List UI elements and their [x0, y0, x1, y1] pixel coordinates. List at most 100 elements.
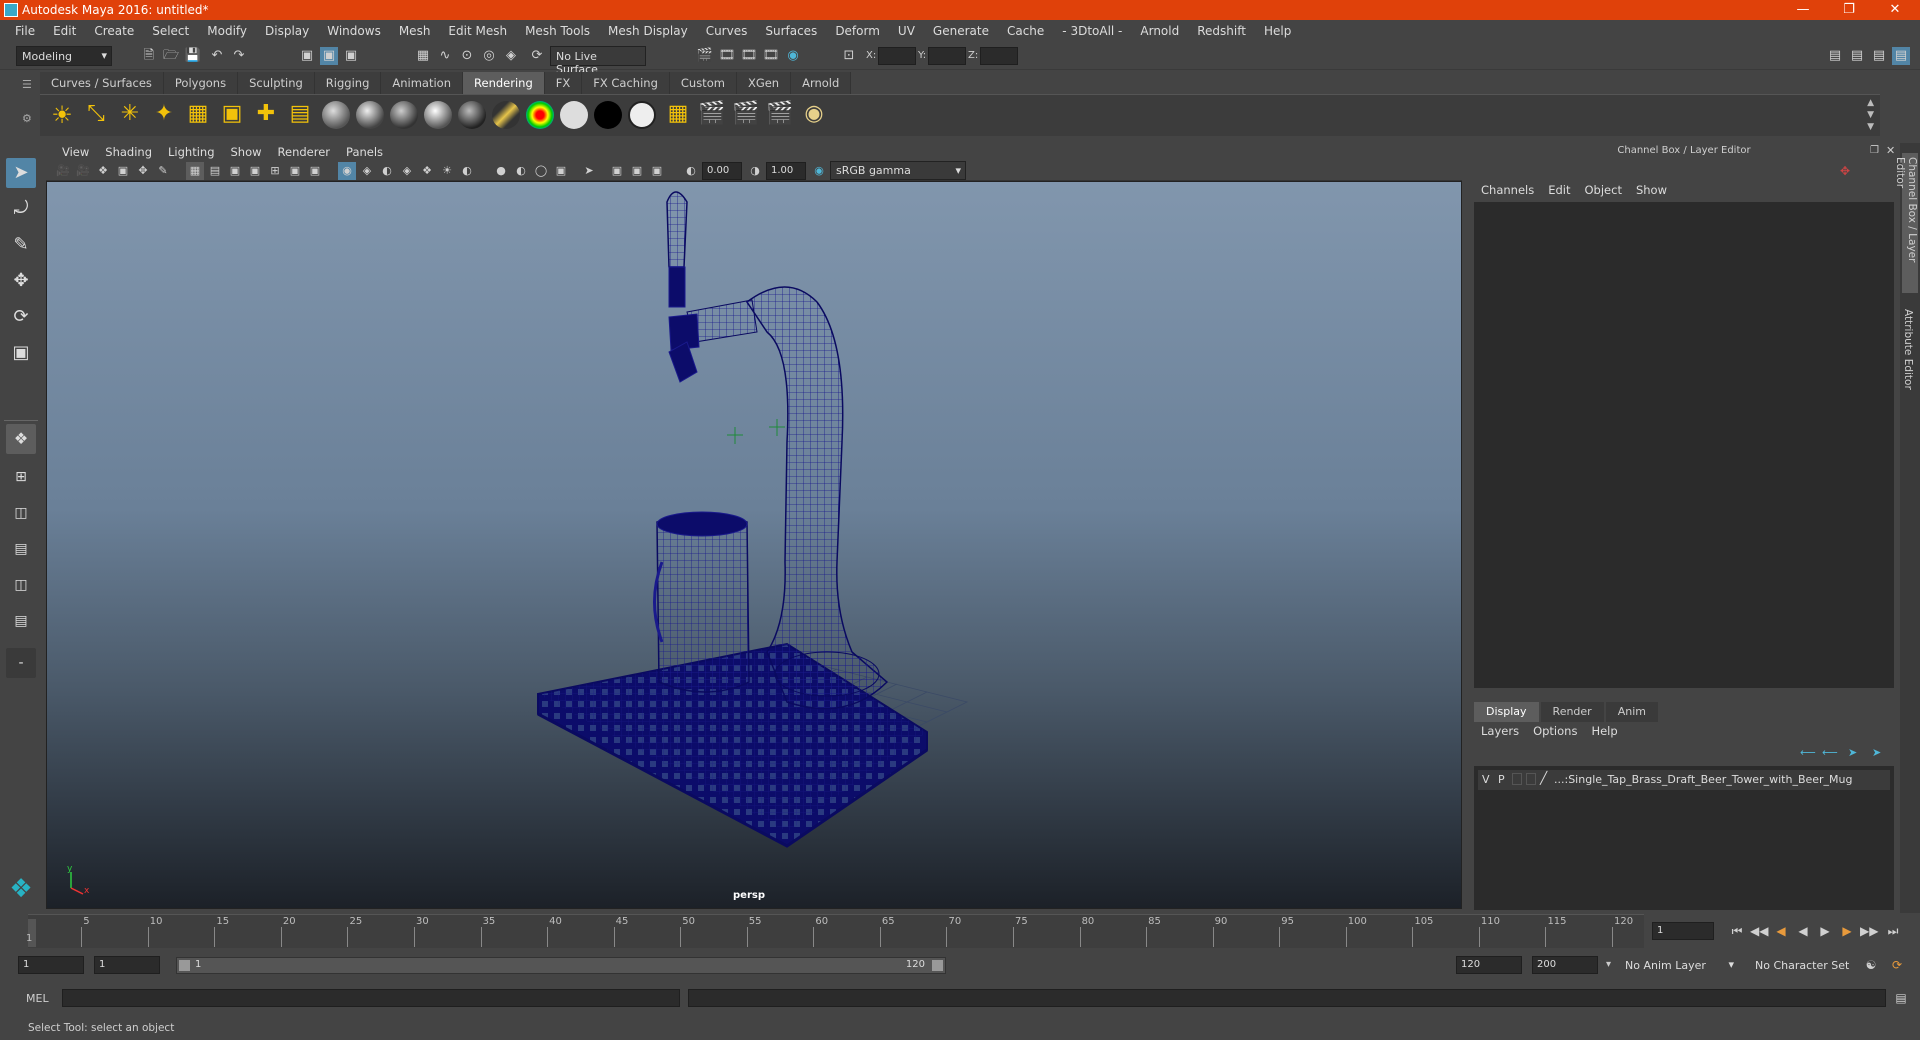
select-hierarchy-icon[interactable]: ▣ [298, 47, 316, 65]
undo-icon[interactable]: ↶ [208, 47, 226, 65]
channel-box-options-icon[interactable]: ✥ [1840, 164, 1850, 178]
viewport-menu-renderer[interactable]: Renderer [270, 145, 339, 159]
select-object-icon[interactable]: ▣ [320, 47, 338, 65]
menu-mesh[interactable]: Mesh [390, 24, 440, 38]
x-field[interactable] [878, 47, 916, 65]
new-layer-icon[interactable]: ➤ [1848, 746, 1857, 759]
layer-edit-icon[interactable]: ╱ [1540, 771, 1547, 785]
channel-box-menu-object[interactable]: Object [1578, 183, 1629, 201]
menu-select[interactable]: Select [143, 24, 198, 38]
snap-point-icon[interactable]: ⊙ [458, 47, 476, 65]
xray-joints-icon[interactable]: ▣ [628, 162, 646, 180]
side-tab-channel-box[interactable]: Channel Box / Layer Editor [1894, 153, 1918, 293]
time-slider[interactable]: 1 5 10 15 20 25 30 35 40 45 50 55 60 65 70 75 80 85 90 95 1… [26, 914, 1644, 948]
lambert-material-icon[interactable] [356, 101, 384, 129]
layer-playback-toggle[interactable]: P [1498, 773, 1505, 786]
menu-mesh-display[interactable]: Mesh Display [599, 24, 697, 38]
wireframe-icon[interactable]: ◉ [338, 162, 356, 180]
viewport-menu-show[interactable]: Show [223, 145, 270, 159]
shelf-tab-xgen[interactable]: XGen [736, 72, 792, 94]
menu-edit-mesh[interactable]: Edit Mesh [439, 24, 516, 38]
script-editor-icon[interactable]: ▤ [1892, 989, 1910, 1007]
y-field[interactable] [928, 47, 966, 65]
snap-curve-icon[interactable]: ∿ [436, 47, 454, 65]
menu-deform[interactable]: Deform [826, 24, 889, 38]
transform-constraints-icon[interactable]: ⊡ [840, 47, 858, 65]
play-forward-icon[interactable]: ▶ [1816, 922, 1834, 940]
wireframe-on-shaded-icon[interactable]: ◈ [398, 162, 416, 180]
open-scene-icon[interactable]: 🗁 [162, 47, 180, 65]
menu-windows[interactable]: Windows [318, 24, 390, 38]
snap-grid-icon[interactable]: ▦ [414, 47, 432, 65]
camera-icon[interactable]: ✚ [252, 101, 280, 129]
channel-box-menu-show[interactable]: Show [1629, 183, 1674, 201]
area-light-icon[interactable]: ▦ [184, 101, 212, 129]
range-slider[interactable]: 1 120 [176, 957, 946, 974]
scene-start-field[interactable]: 1 [18, 956, 84, 974]
textured-icon[interactable]: ❖ [418, 162, 436, 180]
menu-edit[interactable]: Edit [44, 24, 85, 38]
use-background-icon[interactable] [594, 101, 622, 129]
move-layer-down-icon[interactable]: ⟵ [1822, 746, 1838, 759]
perspective-viewport[interactable]: y x persp [46, 181, 1462, 909]
ipr-render-icon[interactable]: 🎞 [740, 47, 758, 65]
bookmark-icon[interactable]: ❖ [94, 162, 112, 180]
tool-settings-icon[interactable]: ▤ [1870, 47, 1888, 65]
hypershade-icon[interactable]: ◉ [784, 47, 802, 65]
resolution-gate-icon[interactable]: ▣ [226, 162, 244, 180]
viewport-menu-view[interactable]: View [54, 145, 97, 159]
paint-select-tool-icon[interactable]: ✎ [6, 230, 36, 260]
exposure-icon[interactable]: ◐ [682, 162, 700, 180]
menu-set-dropdown[interactable]: Modeling ▾ [16, 46, 112, 66]
shelf-settings-icon[interactable]: ⚙ [22, 112, 32, 125]
exposure-field[interactable]: 0.00 [702, 162, 742, 180]
anisotropic-material-icon[interactable] [458, 101, 486, 129]
render-frame-icon[interactable]: 🎞 [718, 47, 736, 65]
menu-arnold[interactable]: Arnold [1131, 24, 1188, 38]
persp-outliner-graph-layout-icon[interactable]: ▤ [6, 606, 36, 636]
shadows-icon[interactable]: ◐ [458, 162, 476, 180]
select-tool-icon[interactable]: ➤ [6, 158, 36, 188]
animation-preferences-icon[interactable]: ⟳ [1888, 956, 1906, 974]
gamma-field[interactable]: 1.00 [766, 162, 806, 180]
modeling-toolkit-icon[interactable]: ▤ [1826, 47, 1844, 65]
phong-material-icon[interactable] [390, 101, 418, 129]
step-back-key-icon[interactable]: ◀ [1772, 922, 1790, 940]
toolbox-collapse-icon[interactable]: - [6, 648, 36, 678]
render-current-icon[interactable]: 🎬 [698, 101, 726, 129]
live-surface-field[interactable]: No Live Surface [550, 46, 646, 76]
menu-help[interactable]: Help [1255, 24, 1300, 38]
layer-type-toggle[interactable] [1512, 773, 1522, 785]
move-tool-icon[interactable]: ✥ [6, 266, 36, 296]
shelf-tab-sculpting[interactable]: Sculpting [238, 72, 315, 94]
step-forward-key-icon[interactable]: ▶ [1838, 922, 1856, 940]
menu-cache[interactable]: Cache [998, 24, 1053, 38]
gate-mask-icon[interactable]: ▣ [246, 162, 264, 180]
shelf-tab-polygons[interactable]: Polygons [163, 72, 239, 94]
range-end-handle[interactable] [932, 960, 943, 971]
film-gate-icon[interactable]: ▤ [206, 162, 224, 180]
menu-3dtoall[interactable]: - 3DtoAll - [1053, 24, 1131, 38]
xray-components-icon[interactable]: ▣ [648, 162, 666, 180]
viewport-menu-lighting[interactable]: Lighting [160, 145, 222, 159]
ipr-shelf-icon[interactable]: 🎬 [732, 101, 760, 129]
playback-start-field[interactable]: 1 [94, 956, 160, 974]
grid-toggle-icon[interactable]: ▦ [186, 162, 204, 180]
shelf-tab-curves-surfaces[interactable]: Curves / Surfaces [40, 72, 164, 94]
minimize-icon[interactable]: — [1780, 0, 1826, 20]
2d-pan-zoom-icon[interactable]: ✥ [134, 162, 152, 180]
isolate-select-icon[interactable]: ➤ [580, 162, 598, 180]
hypershade-shelf-icon[interactable]: ◉ [800, 101, 828, 129]
render-view-shelf-icon[interactable]: ▦ [664, 101, 692, 129]
grease-pencil-icon[interactable]: ✎ [154, 162, 172, 180]
render-view-icon[interactable]: 🎬 [696, 47, 714, 65]
menu-create[interactable]: Create [85, 24, 143, 38]
menu-surfaces[interactable]: Surfaces [756, 24, 826, 38]
four-view-layout-icon[interactable]: ⊞ [6, 462, 36, 492]
single-perspective-layout-icon[interactable]: ❖ [6, 424, 36, 454]
camera-select-icon[interactable]: 🎥 [54, 162, 72, 180]
point-light-icon[interactable]: ✳ [116, 101, 144, 129]
live-surface-icon[interactable]: ⟳ [528, 47, 546, 65]
shadow-matte-icon[interactable] [628, 101, 656, 129]
viewport-menu-shading[interactable]: Shading [97, 145, 160, 159]
